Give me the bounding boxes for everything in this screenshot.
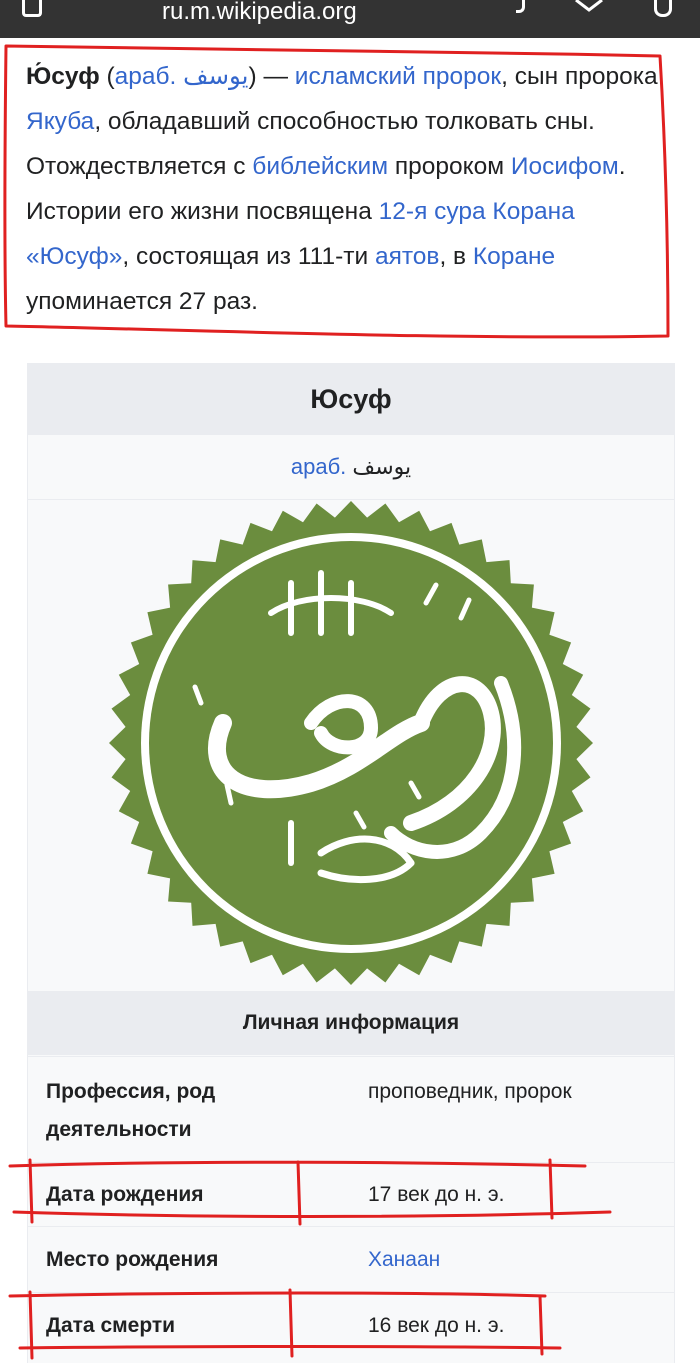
infobox-row-birth-place: Место рождения Ханаан: [28, 1226, 674, 1293]
row-value: Ханаан: [368, 1241, 440, 1279]
infobox-row-death-date: Дата смерти 16 век до н. э.: [28, 1292, 674, 1364]
lead-text: упоминается 27 раз.: [26, 288, 258, 315]
row-label: Место рождения: [46, 1248, 219, 1271]
tabs-icon[interactable]: [22, 0, 42, 17]
lead-text: , сын пророка: [501, 63, 658, 90]
infobox-row-profession: Профессия, род деятельности проповедник,…: [28, 1056, 674, 1163]
link-koran[interactable]: Коране: [473, 243, 555, 270]
infobox-row-birth-date: Дата рождения 17 век до н. э.: [28, 1162, 674, 1227]
row-value: 16 век до н. э.: [368, 1314, 505, 1337]
lead-text: (: [99, 63, 115, 90]
star-icon[interactable]: [574, 0, 604, 12]
download-icon[interactable]: [516, 0, 525, 13]
lead-text: , состоящая из 111-ти: [122, 243, 375, 270]
link-birth-place[interactable]: Ханаан: [368, 1248, 440, 1271]
article-lead-paragraph: Ю́суф (араб. يوسف) — исламский пророк, с…: [26, 54, 666, 324]
row-label: Профессия, род деятельности: [46, 1080, 216, 1141]
infobox: Юсуф араб. يوسف Личная информация Профес…: [27, 363, 675, 1363]
url-bar[interactable]: ru.m.wikipedia.org: [162, 0, 357, 28]
link-biblical[interactable]: библейским: [252, 153, 388, 180]
menu-icon[interactable]: [654, 0, 672, 17]
link-arab[interactable]: араб. يوسف: [115, 63, 249, 90]
article-subject-bold: Ю́суф: [26, 63, 100, 90]
infobox-title: Юсуф: [28, 363, 674, 435]
row-value: проповедник, пророк: [368, 1080, 572, 1103]
link-islamic-prophet[interactable]: исламский пророк: [295, 63, 501, 90]
lead-text: ) —: [248, 63, 295, 90]
arabic-name-text: يوسف: [346, 454, 412, 479]
row-label: Дата смерти: [46, 1314, 176, 1337]
lead-text: пророком: [388, 153, 511, 180]
infobox-arabic-name: араб. يوسف: [28, 435, 674, 500]
yusuf-calligraphy-seal-icon: [109, 501, 593, 985]
infobox-section-header: Личная информация: [28, 991, 674, 1055]
link-yakub[interactable]: Якуба: [26, 108, 94, 135]
browser-toolbar: ru.m.wikipedia.org: [0, 0, 700, 38]
link-arab-short[interactable]: араб.: [291, 454, 346, 479]
lead-text: , в: [439, 243, 473, 270]
row-label: Дата рождения: [46, 1183, 204, 1206]
infobox-image[interactable]: [28, 500, 674, 990]
link-iosif[interactable]: Иосифом: [511, 153, 619, 180]
row-value: 17 век до н. э.: [368, 1183, 505, 1206]
link-ayats[interactable]: аятов: [375, 243, 439, 270]
